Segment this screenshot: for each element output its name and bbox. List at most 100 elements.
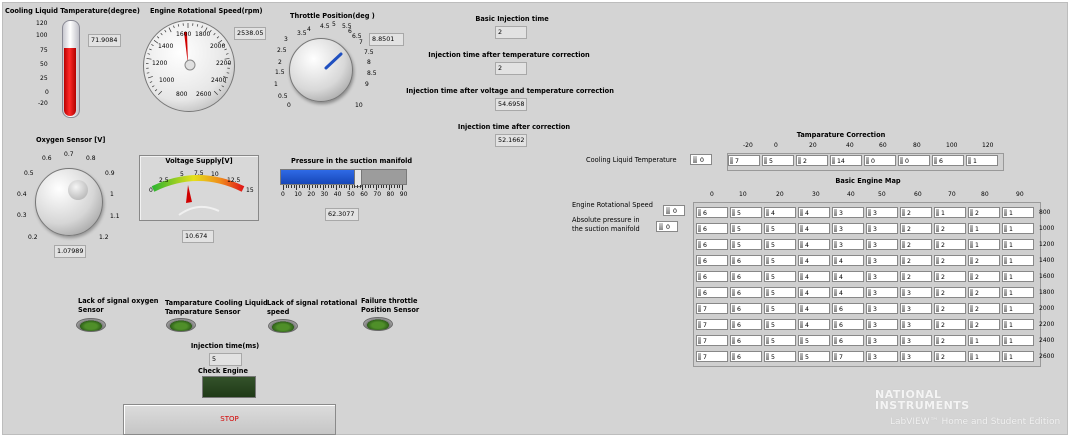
engine-map-cell[interactable]: 4: [798, 239, 830, 250]
engine-map-cell[interactable]: 5: [764, 287, 796, 298]
engine-map-cell[interactable]: 6: [730, 287, 762, 298]
temp-correction-cell[interactable]: 0: [864, 155, 896, 166]
engine-map-cell[interactable]: 5: [730, 223, 762, 234]
engine-map-cell[interactable]: 2: [900, 255, 932, 266]
engine-map-cell[interactable]: 1: [968, 223, 1000, 234]
engine-map-cell[interactable]: 3: [866, 303, 898, 314]
engine-map-cell[interactable]: 5: [764, 255, 796, 266]
engine-map-cell[interactable]: 4: [798, 303, 830, 314]
oxygen-knob[interactable]: [35, 168, 103, 236]
engine-map-cell[interactable]: 2: [900, 223, 932, 234]
engine-map-cell[interactable]: 4: [764, 207, 796, 218]
temp-correction-cell[interactable]: 5: [762, 155, 794, 166]
engine-map-cell[interactable]: 3: [866, 239, 898, 250]
engine-map-cell[interactable]: 2: [934, 223, 966, 234]
stop-button[interactable]: STOP: [123, 404, 336, 435]
engine-map-cell[interactable]: 3: [900, 303, 932, 314]
temp-correction-cell[interactable]: 2: [796, 155, 828, 166]
engine-map-cell[interactable]: 6: [730, 303, 762, 314]
engine-map-cell[interactable]: 2: [934, 303, 966, 314]
led-temperature-sensor[interactable]: [166, 318, 196, 332]
engine-map-cell[interactable]: 1: [968, 335, 1000, 346]
thermometer[interactable]: [60, 18, 82, 118]
engine-map-cell[interactable]: 4: [798, 319, 830, 330]
engine-map-cell[interactable]: 3: [866, 351, 898, 362]
engine-map-cell[interactable]: 1: [1002, 239, 1034, 250]
engine-map-cell[interactable]: 3: [832, 207, 864, 218]
engine-map-cell[interactable]: 2: [900, 207, 932, 218]
temp-correction-cell[interactable]: 7: [728, 155, 760, 166]
engine-map-cell[interactable]: 3: [866, 223, 898, 234]
engine-map-cell[interactable]: 4: [798, 287, 830, 298]
engine-map-cell[interactable]: 5: [764, 351, 796, 362]
engine-map-cell[interactable]: 2: [934, 271, 966, 282]
engine-map-cell[interactable]: 3: [832, 223, 864, 234]
engine-map-cell[interactable]: 1: [934, 207, 966, 218]
engine-map-cell[interactable]: 7: [696, 303, 728, 314]
temp-correction-cell[interactable]: 6: [932, 155, 964, 166]
engine-map-cell[interactable]: 2: [934, 239, 966, 250]
engine-map-cell[interactable]: 3: [866, 287, 898, 298]
engine-map-cell[interactable]: 4: [832, 271, 864, 282]
engine-map-cell[interactable]: 6: [832, 335, 864, 346]
engine-map-cell[interactable]: 6: [696, 239, 728, 250]
pressure-slider-track[interactable]: [280, 169, 407, 187]
engine-map-cell[interactable]: 2: [900, 271, 932, 282]
engine-map-cell[interactable]: 6: [730, 319, 762, 330]
engine-map-cell[interactable]: 7: [696, 319, 728, 330]
engine-map-cell[interactable]: 2: [968, 287, 1000, 298]
engine-map-cell[interactable]: 5: [764, 239, 796, 250]
engine-map-cell[interactable]: 1: [1002, 223, 1034, 234]
engine-map-cell[interactable]: 1: [1002, 319, 1034, 330]
engine-map-cell[interactable]: 6: [696, 223, 728, 234]
engine-map-cell[interactable]: 3: [900, 335, 932, 346]
engine-map-cell[interactable]: 1: [968, 351, 1000, 362]
engine-map-cell[interactable]: 3: [866, 335, 898, 346]
engine-map-cell[interactable]: 5: [764, 303, 796, 314]
led-rotational-speed[interactable]: [268, 319, 298, 333]
engine-map-cell[interactable]: 1: [1002, 303, 1034, 314]
engine-map-cell[interactable]: 2: [934, 255, 966, 266]
engine-map-cell[interactable]: 2: [968, 207, 1000, 218]
engine-map-cell[interactable]: 6: [730, 271, 762, 282]
temp-correction-index[interactable]: 0: [690, 154, 712, 165]
engine-map-cell[interactable]: 1: [968, 239, 1000, 250]
engine-map-cell[interactable]: 3: [900, 319, 932, 330]
pressure-axis-index[interactable]: 0: [656, 221, 678, 232]
engine-map-cell[interactable]: 2: [934, 319, 966, 330]
engine-map-cell[interactable]: 3: [900, 351, 932, 362]
engine-map-cell[interactable]: 1: [1002, 287, 1034, 298]
engine-map-cell[interactable]: 2: [968, 255, 1000, 266]
engine-map-cell[interactable]: 5: [764, 319, 796, 330]
engine-map-cell[interactable]: 3: [866, 319, 898, 330]
led-oxygen[interactable]: [76, 318, 106, 332]
engine-map-cell[interactable]: 6: [832, 319, 864, 330]
engine-map-cell[interactable]: 5: [798, 335, 830, 346]
led-throttle-sensor[interactable]: [363, 317, 393, 331]
engine-map-cell[interactable]: 5: [730, 207, 762, 218]
engine-map-cell[interactable]: 2: [900, 239, 932, 250]
engine-map-cell[interactable]: 4: [832, 255, 864, 266]
engine-map-cell[interactable]: 7: [696, 351, 728, 362]
engine-map-cell[interactable]: 6: [696, 207, 728, 218]
engine-map-cell[interactable]: 6: [696, 271, 728, 282]
engine-map-cell[interactable]: 7: [832, 351, 864, 362]
engine-map-cell[interactable]: 1: [1002, 271, 1034, 282]
engine-map-cell[interactable]: 1: [1002, 335, 1034, 346]
engine-map-cell[interactable]: 2: [968, 303, 1000, 314]
engine-map-cell[interactable]: 5: [764, 223, 796, 234]
engine-speed-index[interactable]: 0: [663, 205, 685, 216]
engine-map-cell[interactable]: 6: [730, 335, 762, 346]
engine-map-cell[interactable]: 2: [934, 335, 966, 346]
engine-map-cell[interactable]: 2: [968, 271, 1000, 282]
engine-map-cell[interactable]: 6: [696, 287, 728, 298]
engine-map-cell[interactable]: 5: [798, 351, 830, 362]
engine-map-cell[interactable]: 4: [798, 255, 830, 266]
engine-map-cell[interactable]: 5: [764, 271, 796, 282]
engine-map-cell[interactable]: 1: [1002, 207, 1034, 218]
engine-map-cell[interactable]: 6: [730, 351, 762, 362]
temp-correction-cell[interactable]: 1: [966, 155, 998, 166]
engine-map-cell[interactable]: 4: [798, 207, 830, 218]
engine-map-cell[interactable]: 4: [832, 287, 864, 298]
engine-map-cell[interactable]: 2: [934, 287, 966, 298]
